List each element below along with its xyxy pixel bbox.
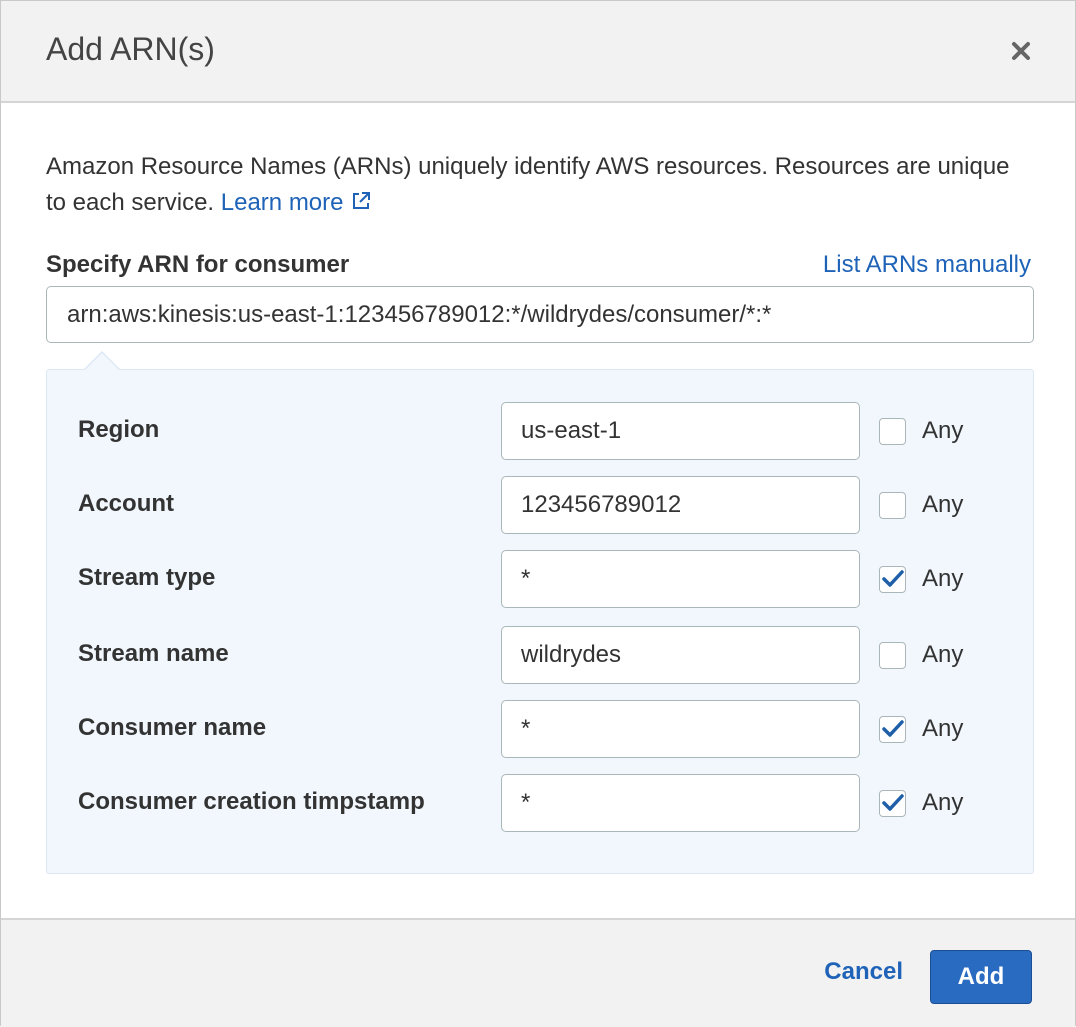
add-button[interactable]: Add — [930, 950, 1032, 1004]
add-arn-dialog: Add ARN(s) Amazon Resource Names (ARNs) … — [0, 0, 1076, 1027]
checkmark-icon — [881, 794, 904, 811]
stream-type-any-label: Any — [922, 565, 964, 592]
dialog-title: Add ARN(s) — [46, 31, 215, 67]
region-label: Region — [78, 416, 160, 443]
consumer-creation-timestamp-any-checkbox[interactable] — [879, 789, 906, 817]
stream-type-any-toggle[interactable]: Any — [879, 564, 963, 594]
learn-more-link[interactable]: Learn more — [221, 189, 372, 216]
stream-name-any-checkbox[interactable] — [879, 641, 906, 669]
description-text: Amazon Resource Names (ARNs) uniquely id… — [46, 153, 1010, 216]
account-label: Account — [78, 490, 174, 517]
consumer-creation-timestamp-any-toggle[interactable]: Any — [879, 788, 963, 818]
consumer-name-label: Consumer name — [78, 714, 267, 741]
description: Amazon Resource Names (ARNs) uniquely id… — [46, 149, 1026, 223]
panel-pointer-inner — [85, 353, 119, 370]
region-any-label: Any — [922, 417, 964, 444]
consumer-creation-timestamp-label: Consumer creation timpstamp — [78, 788, 425, 815]
checkmark-icon — [881, 570, 904, 587]
arn-field-label: Specify ARN for consumer — [46, 251, 350, 278]
region-any-checkbox[interactable] — [879, 417, 906, 445]
stream-name-any-label: Any — [922, 641, 964, 668]
close-icon[interactable] — [1011, 41, 1031, 61]
arn-builder-panel: Region Any Account Any Stream type Any — [46, 369, 1034, 874]
region-any-toggle[interactable]: Any — [879, 416, 963, 446]
stream-name-input[interactable] — [501, 626, 860, 684]
stream-name-label: Stream name — [78, 640, 229, 667]
account-input[interactable] — [501, 476, 860, 534]
consumer-creation-timestamp-any-label: Any — [922, 789, 964, 816]
field-row-region: Region Any — [47, 402, 1033, 460]
account-any-toggle[interactable]: Any — [879, 490, 963, 520]
consumer-name-any-label: Any — [922, 715, 964, 742]
stream-name-any-toggle[interactable]: Any — [879, 640, 963, 670]
stream-type-input[interactable] — [501, 550, 860, 608]
cancel-button[interactable]: Cancel — [824, 958, 903, 986]
dialog-footer: Cancel Add — [1, 918, 1075, 1027]
field-row-stream-type: Stream type Any — [47, 550, 1033, 608]
consumer-name-any-checkbox[interactable] — [879, 715, 906, 743]
consumer-name-any-toggle[interactable]: Any — [879, 714, 963, 744]
consumer-creation-timestamp-input[interactable] — [501, 774, 860, 832]
arn-input[interactable] — [46, 286, 1034, 343]
stream-type-label: Stream type — [78, 564, 216, 591]
field-row-stream-name: Stream name Any — [47, 626, 1033, 684]
dialog-header: Add ARN(s) — [1, 1, 1075, 103]
consumer-name-input[interactable] — [501, 700, 860, 758]
stream-type-any-checkbox[interactable] — [879, 565, 906, 593]
account-any-label: Any — [922, 491, 964, 518]
list-arns-manually-link[interactable]: List ARNs manually — [823, 251, 1031, 279]
external-link-icon[interactable] — [350, 187, 372, 223]
field-row-account: Account Any — [47, 476, 1033, 534]
region-input[interactable] — [501, 402, 860, 460]
close-button[interactable] — [1007, 37, 1035, 65]
account-any-checkbox[interactable] — [879, 491, 906, 519]
field-row-consumer-creation-timestamp: Consumer creation timpstamp Any — [47, 774, 1033, 832]
learn-more-label[interactable]: Learn more — [221, 189, 344, 216]
checkmark-icon — [881, 720, 904, 737]
field-row-consumer-name: Consumer name Any — [47, 700, 1033, 758]
